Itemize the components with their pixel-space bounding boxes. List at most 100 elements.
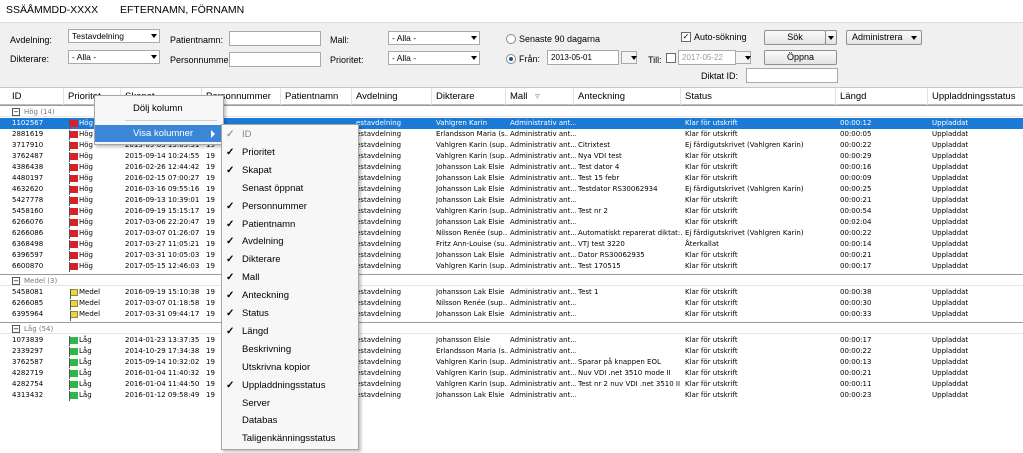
cell-pn: 19	[206, 218, 215, 226]
table-row[interactable]: 6266085 Medel 2017-03-07 01:18:58 19 estavde…	[0, 298, 1023, 310]
collapse-icon[interactable]: −	[12, 108, 20, 116]
column-divider[interactable]	[680, 88, 681, 105]
calendar-icon[interactable]	[621, 51, 637, 64]
column-divider[interactable]	[63, 88, 64, 105]
cell-skapat: 2014-10-29 17:34:38	[125, 347, 200, 355]
table-row[interactable]: 5458160 Hög 2016-09-19 15:15:17 19 estavdeln…	[0, 206, 1023, 217]
cell-skapat: 2016-02-15 07:00:27	[125, 174, 200, 182]
cell-mall: Administrativ ant...	[510, 369, 576, 377]
table-row[interactable]: 3762587 Låg 2015-09-14 10:32:02 19 estavdeln…	[0, 357, 1023, 368]
column-divider[interactable]	[351, 88, 352, 105]
cell-dikt: Vahlgren Karin	[436, 119, 488, 127]
cell-id: 4282719	[12, 369, 44, 377]
table-row[interactable]: 6266076 Hög 2017-03-06 22:20:47 19 estavdeln…	[0, 217, 1023, 228]
cell-ant: VTJ test 3220	[578, 240, 625, 248]
column-header[interactable]: ID	[12, 91, 22, 102]
fran-date[interactable]: 2013-05-01	[547, 50, 619, 65]
column-header[interactable]: Status	[685, 91, 712, 102]
column-toggle-item[interactable]: ✓ Dikterare	[222, 251, 358, 269]
till-date[interactable]: 2017-05-22	[678, 50, 736, 65]
table-row[interactable]: 6600870 Hög 2017-05-15 12:46:03 19 estavdeln…	[0, 261, 1023, 272]
open-button[interactable]: Öppna	[764, 50, 837, 65]
table-row[interactable]: 3762487 Hög 2015-09-14 10:24:55 19 estavdeln…	[0, 151, 1023, 162]
column-divider[interactable]	[505, 88, 506, 105]
group-header[interactable]: − Medel (3)	[0, 274, 1023, 286]
auto-search-label: Auto-sökning	[694, 32, 747, 42]
column-header[interactable]: Avdelning	[356, 91, 398, 102]
column-toggle-item[interactable]: Senast öppnat	[222, 180, 358, 198]
search-dropdown-button[interactable]	[825, 30, 837, 45]
collapse-icon[interactable]: −	[12, 277, 20, 285]
filter-icon[interactable]: ▿	[535, 91, 540, 102]
personnummer-input[interactable]	[229, 52, 321, 67]
column-header[interactable]: Uppladdningsstatus	[932, 91, 1015, 102]
column-toggle-item[interactable]: ✓ Personnummer	[222, 198, 358, 216]
table-row[interactable]: 4313432 Låg 2016-01-12 09:58:49 19 estavdeln…	[0, 390, 1023, 401]
column-header[interactable]: Längd	[840, 91, 866, 102]
fran-radio[interactable]	[506, 54, 516, 64]
cell-status: Klar för utskrift	[685, 119, 738, 127]
column-toggle-item[interactable]: Taligenkänningsstatus	[222, 430, 358, 448]
cell-pri: Hög	[79, 185, 93, 193]
cell-len: 00:00:54	[840, 207, 872, 215]
column-toggle-item[interactable]: ✓ Anteckning	[222, 287, 358, 305]
column-header[interactable]: Patientnamn	[285, 91, 338, 102]
calendar-icon[interactable]	[735, 51, 751, 64]
column-toggle-item[interactable]: ✓ Prioritet	[222, 144, 358, 162]
column-header[interactable]: Dikterare	[436, 91, 475, 102]
patientnamn-input[interactable]	[229, 31, 321, 46]
column-toggle-item[interactable]: Utskrivna kopior	[222, 359, 358, 377]
column-toggle-item[interactable]: Server	[222, 395, 358, 413]
avdelning-select[interactable]: Testavdelning	[68, 29, 160, 43]
auto-search-checkbox[interactable]: ✓	[681, 32, 691, 42]
column-toggle-item[interactable]: ✓ Mall	[222, 269, 358, 287]
mall-select[interactable]: - Alla -	[388, 31, 480, 45]
group-header[interactable]: − Låg (54)	[0, 322, 1023, 334]
column-divider[interactable]	[927, 88, 928, 105]
cell-skapat: 2017-03-27 11:05:21	[125, 240, 200, 248]
table-row[interactable]: 5427778 Hög 2016-09-13 10:39:01 19 estavdeln…	[0, 195, 1023, 206]
show-columns-item[interactable]: Visa kolumner	[95, 125, 223, 142]
table-row[interactable]: 2339297 Låg 2014-10-29 17:34:38 19 estavdeln…	[0, 346, 1023, 357]
till-checkbox[interactable]	[666, 53, 676, 63]
column-header[interactable]: Mall	[510, 91, 527, 102]
column-divider[interactable]	[280, 88, 281, 105]
column-toggle-item[interactable]: ✓ Status	[222, 305, 358, 323]
column-divider[interactable]	[573, 88, 574, 105]
column-toggle-item[interactable]: ✓ Patientnamn	[222, 216, 358, 234]
table-row[interactable]: 4480197 Hög 2016-02-15 07:00:27 19 estavdeln…	[0, 173, 1023, 184]
hide-column-item[interactable]: Dölj kolumn	[95, 100, 223, 117]
column-toggle-item[interactable]: Beskrivning	[222, 341, 358, 359]
column-header[interactable]: Anteckning	[578, 91, 625, 102]
table-row[interactable]: 1073839 Låg 2014-01-23 13:37:35 19 estavdeln…	[0, 335, 1023, 346]
dikterare-select[interactable]: - Alla -	[68, 50, 160, 64]
administrera-button[interactable]: Administrera	[846, 30, 922, 45]
table-row[interactable]: 5458081 Medel 2016-09-19 15:10:38 19 estavde…	[0, 287, 1023, 299]
column-toggle-item[interactable]: Databas	[222, 412, 358, 430]
column-toggle-item[interactable]: ✓ Skapat	[222, 162, 358, 180]
table-row[interactable]: 6396597 Hög 2017-03-31 10:05:03 19 estavdeln…	[0, 250, 1023, 261]
table-row[interactable]: 4632620 Hög 2016-03-16 09:55:16 19 estavdeln…	[0, 184, 1023, 195]
patient-name: EFTERNAMN, FÖRNAMN	[120, 4, 245, 16]
table-row[interactable]: 4386438 Hög 2016-02-26 12:44:42 19 estavdeln…	[0, 162, 1023, 173]
cell-pn: 19	[206, 163, 215, 171]
collapse-icon[interactable]: −	[12, 325, 20, 333]
diktat-id-input[interactable]	[746, 68, 838, 83]
table-row[interactable]: 6368498 Hög 2017-03-27 11:05:21 19 estavdeln…	[0, 239, 1023, 250]
column-divider[interactable]	[835, 88, 836, 105]
senaste-radio[interactable]	[506, 34, 516, 44]
table-row[interactable]: 4282754 Låg 2016-01-04 11:44:50 19 estavdeln…	[0, 379, 1023, 390]
prioritet-select[interactable]: - Alla -	[388, 51, 480, 65]
column-toggle-item[interactable]: ✓ Uppladdningsstatus	[222, 377, 358, 395]
cell-upp: Uppladdat	[932, 174, 969, 182]
column-divider[interactable]	[431, 88, 432, 105]
table-row[interactable]: 6395964 Medel 2017-03-31 09:44:17 19 estavde…	[0, 309, 1023, 321]
search-button[interactable]: Sök	[764, 30, 826, 45]
table-row[interactable]: 4282719 Låg 2016-01-04 11:40:32 19 estavdeln…	[0, 368, 1023, 379]
table-row[interactable]: 6266086 Hög 2017-03-07 01:26:07 19 estavdeln…	[0, 228, 1023, 239]
group-label: Låg (54)	[24, 325, 54, 333]
column-toggle-item[interactable]: ✓ ID	[222, 126, 358, 144]
column-toggle-item[interactable]: ✓ Avdelning	[222, 233, 358, 251]
column-toggle-item[interactable]: ✓ Längd	[222, 323, 358, 341]
cell-pri: Låg	[79, 369, 92, 377]
